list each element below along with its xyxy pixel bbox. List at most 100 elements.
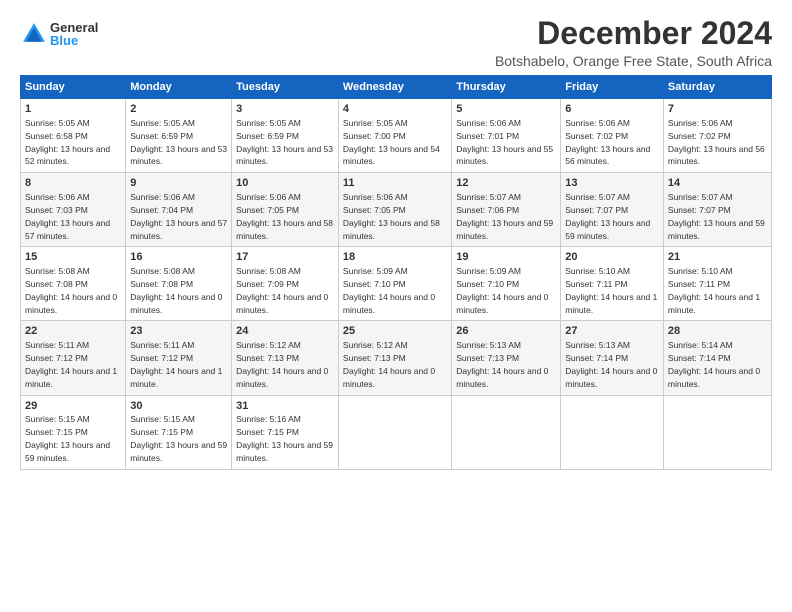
- day-number: 30: [130, 399, 227, 414]
- page: General Blue December 2024 Botshabelo, O…: [0, 0, 792, 612]
- cell-info: Sunrise: 5:13 AM Sunset: 7:14 PM Dayligh…: [565, 340, 657, 388]
- cell-info: Sunrise: 5:15 AM Sunset: 7:15 PM Dayligh…: [25, 414, 110, 462]
- week-row-1: 1Sunrise: 5:05 AM Sunset: 6:58 PM Daylig…: [21, 99, 772, 173]
- cell-info: Sunrise: 5:05 AM Sunset: 6:59 PM Dayligh…: [236, 118, 333, 166]
- header-cell-monday: Monday: [126, 76, 232, 99]
- calendar-cell: 16Sunrise: 5:08 AM Sunset: 7:08 PM Dayli…: [126, 247, 232, 321]
- main-title: December 2024: [495, 16, 772, 51]
- cell-info: Sunrise: 5:06 AM Sunset: 7:04 PM Dayligh…: [130, 192, 227, 240]
- day-number: 25: [343, 324, 447, 339]
- day-number: 4: [343, 102, 447, 117]
- cell-info: Sunrise: 5:05 AM Sunset: 7:00 PM Dayligh…: [343, 118, 440, 166]
- cell-info: Sunrise: 5:10 AM Sunset: 7:11 PM Dayligh…: [565, 266, 657, 314]
- day-number: 23: [130, 324, 227, 339]
- calendar-cell: 13Sunrise: 5:07 AM Sunset: 7:07 PM Dayli…: [561, 173, 664, 247]
- calendar-table: SundayMondayTuesdayWednesdayThursdayFrid…: [20, 75, 772, 469]
- day-number: 16: [130, 250, 227, 265]
- calendar-cell: 30Sunrise: 5:15 AM Sunset: 7:15 PM Dayli…: [126, 395, 232, 469]
- calendar-cell: 19Sunrise: 5:09 AM Sunset: 7:10 PM Dayli…: [452, 247, 561, 321]
- cell-info: Sunrise: 5:05 AM Sunset: 6:58 PM Dayligh…: [25, 118, 110, 166]
- calendar-cell: 8Sunrise: 5:06 AM Sunset: 7:03 PM Daylig…: [21, 173, 126, 247]
- logo-icon: [20, 20, 48, 48]
- day-number: 22: [25, 324, 121, 339]
- calendar-cell: [663, 395, 771, 469]
- day-number: 7: [668, 102, 767, 117]
- cell-info: Sunrise: 5:06 AM Sunset: 7:03 PM Dayligh…: [25, 192, 110, 240]
- calendar-cell: 7Sunrise: 5:06 AM Sunset: 7:02 PM Daylig…: [663, 99, 771, 173]
- calendar-cell: 12Sunrise: 5:07 AM Sunset: 7:06 PM Dayli…: [452, 173, 561, 247]
- cell-info: Sunrise: 5:07 AM Sunset: 7:06 PM Dayligh…: [456, 192, 553, 240]
- calendar-cell: 14Sunrise: 5:07 AM Sunset: 7:07 PM Dayli…: [663, 173, 771, 247]
- cell-info: Sunrise: 5:09 AM Sunset: 7:10 PM Dayligh…: [456, 266, 548, 314]
- subtitle: Botshabelo, Orange Free State, South Afr…: [495, 53, 772, 69]
- calendar-cell: 22Sunrise: 5:11 AM Sunset: 7:12 PM Dayli…: [21, 321, 126, 395]
- day-number: 28: [668, 324, 767, 339]
- calendar-cell: 10Sunrise: 5:06 AM Sunset: 7:05 PM Dayli…: [232, 173, 339, 247]
- header: General Blue December 2024 Botshabelo, O…: [20, 16, 772, 69]
- cell-info: Sunrise: 5:08 AM Sunset: 7:08 PM Dayligh…: [25, 266, 117, 314]
- day-number: 8: [25, 176, 121, 191]
- day-number: 27: [565, 324, 659, 339]
- cell-info: Sunrise: 5:08 AM Sunset: 7:09 PM Dayligh…: [236, 266, 328, 314]
- cell-info: Sunrise: 5:09 AM Sunset: 7:10 PM Dayligh…: [343, 266, 435, 314]
- calendar-cell: 3Sunrise: 5:05 AM Sunset: 6:59 PM Daylig…: [232, 99, 339, 173]
- day-number: 26: [456, 324, 556, 339]
- day-number: 21: [668, 250, 767, 265]
- day-number: 31: [236, 399, 334, 414]
- cell-info: Sunrise: 5:07 AM Sunset: 7:07 PM Dayligh…: [668, 192, 765, 240]
- calendar-cell: 27Sunrise: 5:13 AM Sunset: 7:14 PM Dayli…: [561, 321, 664, 395]
- header-cell-tuesday: Tuesday: [232, 76, 339, 99]
- header-row: SundayMondayTuesdayWednesdayThursdayFrid…: [21, 76, 772, 99]
- calendar-cell: 29Sunrise: 5:15 AM Sunset: 7:15 PM Dayli…: [21, 395, 126, 469]
- calendar-cell: 25Sunrise: 5:12 AM Sunset: 7:13 PM Dayli…: [338, 321, 451, 395]
- calendar-cell: 15Sunrise: 5:08 AM Sunset: 7:08 PM Dayli…: [21, 247, 126, 321]
- calendar-cell: 28Sunrise: 5:14 AM Sunset: 7:14 PM Dayli…: [663, 321, 771, 395]
- cell-info: Sunrise: 5:10 AM Sunset: 7:11 PM Dayligh…: [668, 266, 760, 314]
- week-row-4: 22Sunrise: 5:11 AM Sunset: 7:12 PM Dayli…: [21, 321, 772, 395]
- calendar-header: SundayMondayTuesdayWednesdayThursdayFrid…: [21, 76, 772, 99]
- cell-info: Sunrise: 5:14 AM Sunset: 7:14 PM Dayligh…: [668, 340, 760, 388]
- calendar-cell: 18Sunrise: 5:09 AM Sunset: 7:10 PM Dayli…: [338, 247, 451, 321]
- calendar-cell: 11Sunrise: 5:06 AM Sunset: 7:05 PM Dayli…: [338, 173, 451, 247]
- day-number: 3: [236, 102, 334, 117]
- title-area: December 2024 Botshabelo, Orange Free St…: [495, 16, 772, 69]
- day-number: 2: [130, 102, 227, 117]
- cell-info: Sunrise: 5:16 AM Sunset: 7:15 PM Dayligh…: [236, 414, 333, 462]
- header-cell-thursday: Thursday: [452, 76, 561, 99]
- day-number: 10: [236, 176, 334, 191]
- day-number: 11: [343, 176, 447, 191]
- day-number: 5: [456, 102, 556, 117]
- cell-info: Sunrise: 5:06 AM Sunset: 7:02 PM Dayligh…: [668, 118, 765, 166]
- day-number: 18: [343, 250, 447, 265]
- calendar-cell: 21Sunrise: 5:10 AM Sunset: 7:11 PM Dayli…: [663, 247, 771, 321]
- day-number: 24: [236, 324, 334, 339]
- header-cell-wednesday: Wednesday: [338, 76, 451, 99]
- calendar-cell: 31Sunrise: 5:16 AM Sunset: 7:15 PM Dayli…: [232, 395, 339, 469]
- calendar-cell: 9Sunrise: 5:06 AM Sunset: 7:04 PM Daylig…: [126, 173, 232, 247]
- calendar-cell: 20Sunrise: 5:10 AM Sunset: 7:11 PM Dayli…: [561, 247, 664, 321]
- calendar-body: 1Sunrise: 5:05 AM Sunset: 6:58 PM Daylig…: [21, 99, 772, 469]
- day-number: 15: [25, 250, 121, 265]
- day-number: 6: [565, 102, 659, 117]
- header-cell-friday: Friday: [561, 76, 664, 99]
- day-number: 20: [565, 250, 659, 265]
- week-row-5: 29Sunrise: 5:15 AM Sunset: 7:15 PM Dayli…: [21, 395, 772, 469]
- day-number: 9: [130, 176, 227, 191]
- cell-info: Sunrise: 5:11 AM Sunset: 7:12 PM Dayligh…: [25, 340, 117, 388]
- cell-info: Sunrise: 5:06 AM Sunset: 7:01 PM Dayligh…: [456, 118, 553, 166]
- cell-info: Sunrise: 5:13 AM Sunset: 7:13 PM Dayligh…: [456, 340, 548, 388]
- day-number: 29: [25, 399, 121, 414]
- logo-text: General Blue: [50, 21, 98, 47]
- calendar-cell: 17Sunrise: 5:08 AM Sunset: 7:09 PM Dayli…: [232, 247, 339, 321]
- calendar-cell: 1Sunrise: 5:05 AM Sunset: 6:58 PM Daylig…: [21, 99, 126, 173]
- day-number: 14: [668, 176, 767, 191]
- cell-info: Sunrise: 5:12 AM Sunset: 7:13 PM Dayligh…: [236, 340, 328, 388]
- calendar-cell: 5Sunrise: 5:06 AM Sunset: 7:01 PM Daylig…: [452, 99, 561, 173]
- cell-info: Sunrise: 5:06 AM Sunset: 7:02 PM Dayligh…: [565, 118, 650, 166]
- calendar-cell: 23Sunrise: 5:11 AM Sunset: 7:12 PM Dayli…: [126, 321, 232, 395]
- week-row-3: 15Sunrise: 5:08 AM Sunset: 7:08 PM Dayli…: [21, 247, 772, 321]
- logo-blue-text: Blue: [50, 34, 98, 47]
- calendar-cell: 2Sunrise: 5:05 AM Sunset: 6:59 PM Daylig…: [126, 99, 232, 173]
- cell-info: Sunrise: 5:05 AM Sunset: 6:59 PM Dayligh…: [130, 118, 227, 166]
- cell-info: Sunrise: 5:12 AM Sunset: 7:13 PM Dayligh…: [343, 340, 435, 388]
